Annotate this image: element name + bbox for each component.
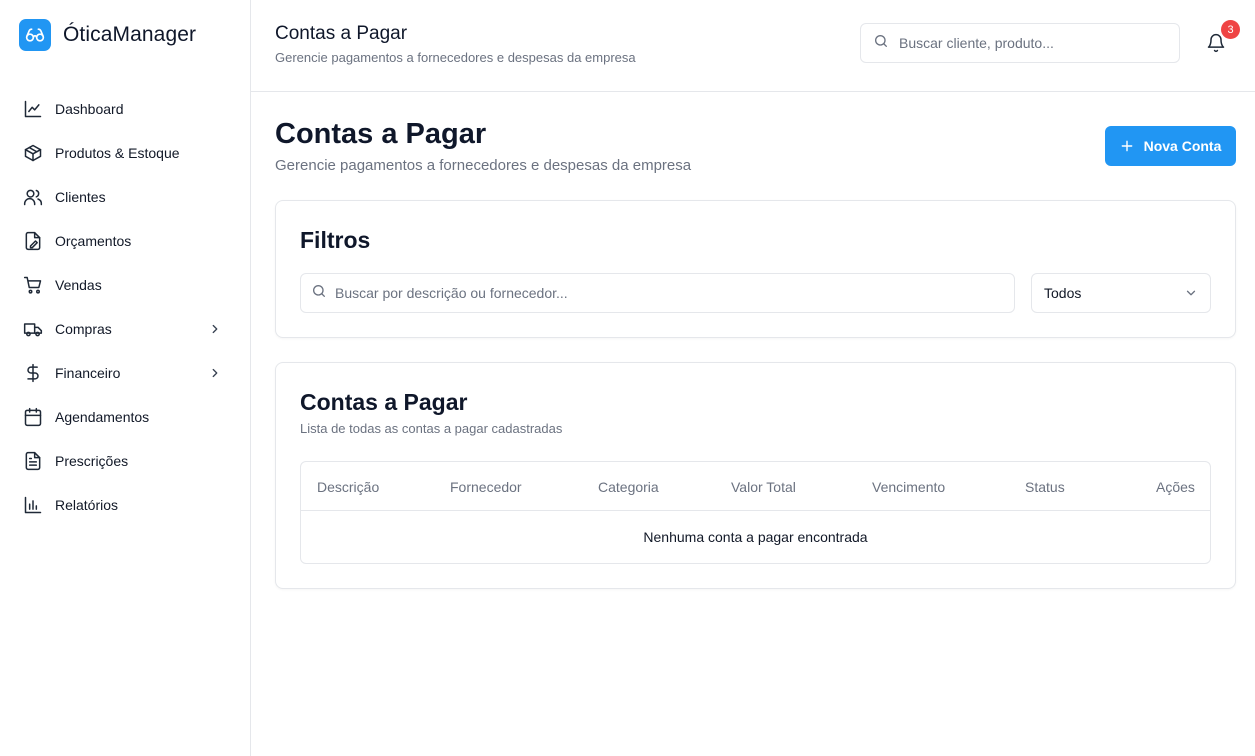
sidebar-item-label: Clientes [55, 189, 106, 205]
new-account-button[interactable]: Nova Conta [1105, 126, 1236, 166]
sidebar-item-clientes[interactable]: Clientes [0, 175, 250, 219]
sidebar-item-vendas[interactable]: Vendas [0, 263, 250, 307]
sidebar-item-orcamentos[interactable]: Orçamentos [0, 219, 250, 263]
sidebar-item-label: Financeiro [55, 365, 121, 381]
users-icon [23, 187, 43, 207]
chevron-down-icon [1184, 286, 1198, 300]
calendar-icon [23, 407, 43, 427]
filters-title: Filtros [300, 227, 371, 253]
sidebar-item-agendamentos[interactable]: Agendamentos [0, 395, 250, 439]
sidebar-item-compras[interactable]: Compras [0, 307, 250, 351]
global-search[interactable] [860, 23, 1180, 63]
dollar-icon [23, 363, 43, 383]
filter-search-input[interactable] [335, 285, 1014, 301]
brand-name: ÓticaManager [63, 23, 197, 46]
sidebar-item-label: Prescrições [55, 453, 129, 469]
search-icon [873, 33, 889, 54]
sidebar-item-label: Agendamentos [55, 409, 150, 425]
sidebar-item-relatorios[interactable]: Relatórios [0, 483, 250, 527]
notification-badge: 3 [1221, 20, 1240, 39]
glasses-icon [19, 19, 51, 51]
header-subtitle: Gerencie pagamentos a fornecedores e des… [275, 50, 636, 65]
empty-state-message: Nenhuma conta a pagar encontrada [643, 529, 868, 545]
sidebar-item-label: Vendas [55, 277, 102, 293]
column-header-fornecedor[interactable]: Fornecedor [450, 479, 522, 495]
shopping-cart-icon [23, 275, 43, 295]
file-text-icon [23, 451, 43, 471]
sidebar-item-label: Compras [55, 321, 112, 337]
column-header-vencimento[interactable]: Vencimento [872, 479, 945, 495]
new-account-button-label: Nova Conta [1143, 138, 1222, 154]
sidebar-nav: Dashboard Produtos & Estoque Clientes Or… [0, 87, 250, 527]
accounts-table: Descrição Fornecedor Categoria Valor Tot… [300, 461, 1211, 564]
sidebar-item-produtos-estoque[interactable]: Produtos & Estoque [0, 131, 250, 175]
sidebar-item-financeiro[interactable]: Financeiro [0, 351, 250, 395]
page-title: Contas a Pagar [275, 118, 487, 150]
table-header: Descrição Fornecedor Categoria Valor Tot… [301, 462, 1210, 511]
top-header: Contas a Pagar Gerencie pagamentos a for… [251, 0, 1255, 92]
column-header-status[interactable]: Status [1025, 479, 1065, 495]
filters-card: Filtros Todos [275, 200, 1236, 338]
column-header-descricao[interactable]: Descrição [317, 479, 379, 495]
accounts-list-card: Contas a Pagar Lista de todas as contas … [275, 362, 1236, 589]
chevron-right-icon [208, 322, 222, 336]
list-title: Contas a Pagar [300, 389, 468, 415]
filter-search[interactable] [300, 273, 1015, 313]
sidebar-item-label: Relatórios [55, 497, 119, 513]
truck-icon [23, 319, 43, 339]
line-chart-icon [23, 99, 43, 119]
column-header-acoes: Ações [1156, 479, 1195, 495]
sidebar: ÓticaManager Dashboard Produtos & Estoqu… [0, 0, 251, 756]
plus-icon [1120, 139, 1134, 153]
brand[interactable]: ÓticaManager [19, 19, 196, 51]
bar-chart-icon [23, 495, 43, 515]
sidebar-item-label: Produtos & Estoque [55, 145, 180, 161]
file-edit-icon [23, 231, 43, 251]
list-subtitle: Lista de todas as contas a pagar cadastr… [300, 421, 563, 436]
sidebar-item-label: Dashboard [55, 101, 124, 117]
search-icon [311, 283, 327, 304]
page-subtitle: Gerencie pagamentos a fornecedores e des… [275, 157, 692, 174]
sidebar-item-dashboard[interactable]: Dashboard [0, 87, 250, 131]
header-title: Contas a Pagar [275, 23, 408, 44]
chevron-right-icon [208, 366, 222, 380]
status-select-value: Todos [1044, 285, 1082, 301]
sidebar-item-label: Orçamentos [55, 233, 132, 249]
sidebar-item-prescricoes[interactable]: Prescrições [0, 439, 250, 483]
global-search-input[interactable] [899, 35, 1179, 51]
column-header-valor-total[interactable]: Valor Total [731, 479, 796, 495]
column-header-categoria[interactable]: Categoria [598, 479, 659, 495]
status-select[interactable]: Todos [1031, 273, 1211, 313]
package-icon [23, 143, 43, 163]
